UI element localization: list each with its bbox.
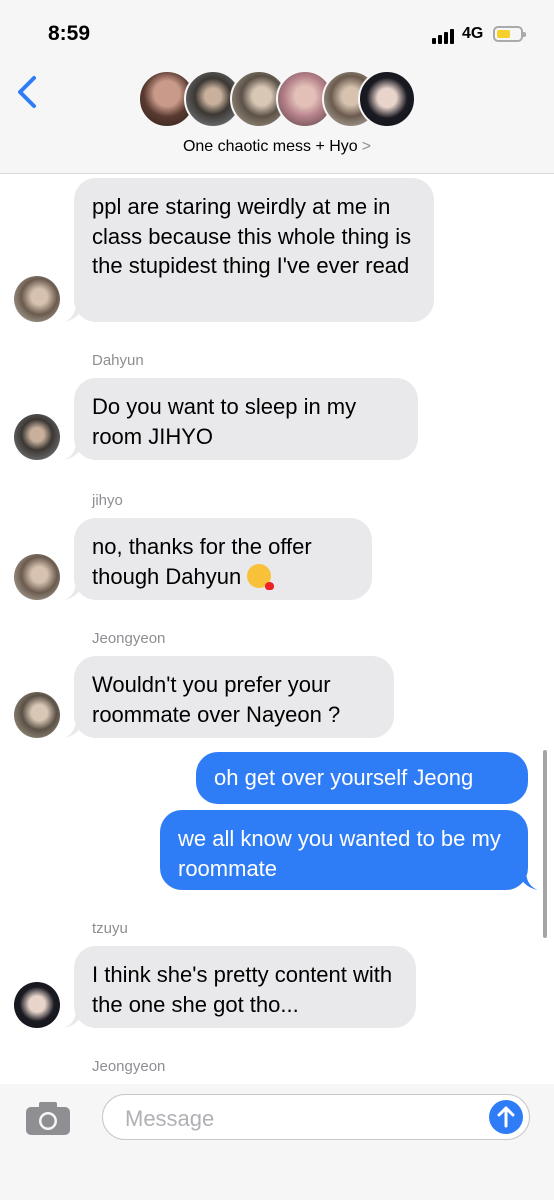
kissing-heart-emoji [247, 563, 275, 590]
back-chevron-icon[interactable] [14, 72, 44, 116]
message-bubble[interactable]: Do you want to sleep in my room JIHYO [74, 378, 418, 460]
message-text: I think she's pretty content with the on… [92, 962, 393, 1017]
signal-icon [432, 28, 458, 44]
message-bubble[interactable]: I think she's pretty content with the on… [74, 946, 416, 1028]
bubble-tail [64, 302, 84, 322]
group-title[interactable]: One chaotic mess + Hyo > [0, 138, 554, 156]
bubble-tail [64, 580, 84, 600]
message-input[interactable]: Message [102, 1094, 530, 1140]
camera-icon[interactable] [24, 1099, 72, 1137]
message-text: oh get over yourself Jeong [214, 765, 474, 790]
scrollbar[interactable] [543, 750, 547, 938]
sender-name: jihyo [92, 492, 123, 509]
sender-name: Jeongyeon [92, 630, 166, 647]
bubble-tail [64, 1008, 84, 1028]
conversation-header: One chaotic mess + Hyo > [0, 60, 554, 174]
message-bubble[interactable]: Wouldn't you prefer your roommate over N… [74, 656, 394, 738]
avatar [14, 276, 60, 322]
bubble-tail-outgoing [518, 870, 538, 890]
status-time: 8:59 [48, 22, 91, 45]
group-title-text: One chaotic mess + Hyo [182, 138, 358, 155]
status-bar: 8:59 4G [0, 0, 554, 60]
avatar [14, 692, 60, 738]
sender-name: tzuyu [92, 920, 128, 937]
message-bubble-outgoing[interactable]: oh get over yourself Jeong [196, 752, 528, 804]
message-bubble[interactable]: no, thanks for the offer though Dahyun [74, 518, 372, 600]
compose-bar: Message [0, 1084, 554, 1200]
message-list[interactable]: ppl are staring weirdly at me in class b… [0, 174, 554, 1084]
message-bubble[interactable]: ppl are staring weirdly at me in class b… [74, 178, 434, 322]
battery-icon [493, 26, 526, 42]
message-bubble-outgoing[interactable]: we all know you wanted to be my roommate [160, 810, 528, 890]
bubble-tail [64, 440, 84, 460]
message-text: no, thanks for the offer though Dahyun [92, 534, 312, 589]
avatar [358, 70, 416, 128]
send-arrow-icon[interactable] [489, 1100, 523, 1134]
message-text: Do you want to sleep in my room JIHYO [92, 394, 357, 449]
sender-name: Jeongyeon [92, 1058, 166, 1075]
message-text: we all know you wanted to be my roommate [178, 826, 501, 881]
group-avatars[interactable] [138, 70, 418, 132]
message-text: Wouldn't you prefer your roommate over N… [92, 672, 341, 727]
message-text: ppl are staring weirdly at me in class b… [92, 194, 412, 278]
avatar [14, 414, 60, 460]
avatar [14, 554, 60, 600]
sender-name: Dahyun [92, 352, 144, 369]
chevron-right-icon: > [361, 138, 372, 155]
message-placeholder: Message [125, 1106, 215, 1131]
avatar [14, 982, 60, 1028]
bubble-tail [64, 718, 84, 738]
network-label: 4G [462, 25, 484, 42]
